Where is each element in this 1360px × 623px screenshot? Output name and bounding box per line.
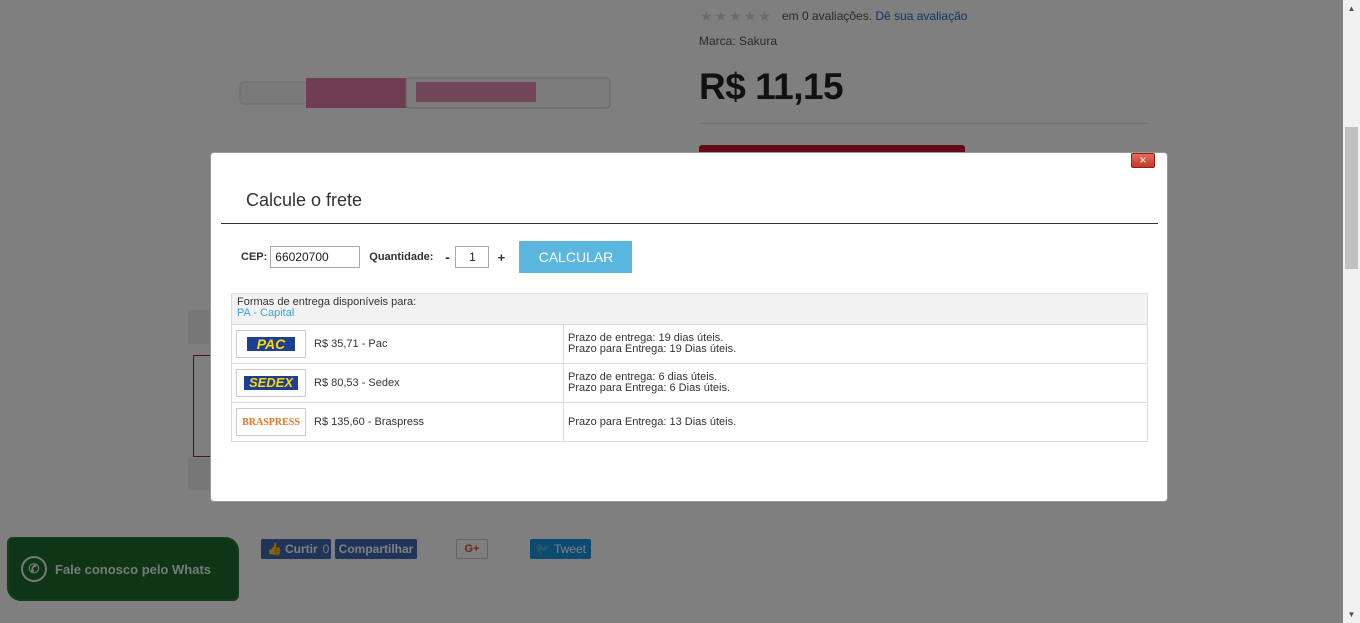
cep-input[interactable] — [270, 246, 361, 268]
shipping-option-row[interactable]: PAC R$ 35,71 - Pac Prazo de entrega: 19 … — [232, 325, 1147, 364]
scroll-down-icon[interactable]: ▼ — [1343, 606, 1360, 623]
pac-logo: PAC — [236, 330, 306, 358]
sedex-logo: SEDEX — [236, 369, 306, 397]
quantity-increment-button[interactable]: + — [495, 250, 507, 265]
shipping-price: R$ 80,53 - Sedex — [314, 377, 400, 389]
delivery-time: Prazo para Entrega: 13 Dias úteis. — [568, 415, 737, 428]
shipping-price: R$ 135,60 - Braspress — [314, 416, 425, 428]
pac-logo-text: PAC — [246, 337, 296, 351]
braspress-logo: BRASPRESS — [236, 408, 306, 436]
scroll-thumb[interactable] — [1345, 127, 1358, 269]
close-icon[interactable]: × — [1131, 153, 1155, 168]
shipping-option-row[interactable]: SEDEX R$ 80,53 - Sedex Prazo de entrega:… — [232, 364, 1147, 403]
shipping-form: CEP: Quantidade: - + CALCULAR — [241, 241, 633, 273]
shipping-price: R$ 35,71 - Pac — [314, 338, 388, 350]
calculate-button[interactable]: CALCULAR — [519, 241, 633, 273]
shipping-option-row[interactable]: BRASPRESS R$ 135,60 - Braspress Prazo pa… — [232, 403, 1147, 441]
sedex-logo-text: SEDEX — [243, 376, 299, 390]
divider — [221, 223, 1158, 224]
braspress-logo-text: BRASPRESS — [242, 416, 300, 428]
results-location: PA - Capital — [237, 307, 295, 319]
cep-label: CEP: — [241, 251, 268, 263]
results-header: Formas de entrega disponíveis para: PA -… — [232, 294, 1147, 325]
delivery-time: Prazo para Entrega: 6 Dias úteis. — [568, 382, 731, 394]
quantity-decrement-button[interactable]: - — [442, 249, 452, 265]
quantity-label: Quantidade: — [369, 251, 434, 263]
modal-title: Calcule o frete — [246, 190, 363, 210]
shipping-calculator-modal: × Calcule o frete CEP: Quantidade: - + C… — [210, 152, 1168, 502]
quantity-input[interactable] — [455, 246, 490, 268]
results-header-text: Formas de entrega disponíveis para: — [237, 296, 417, 308]
shipping-results-table: Formas de entrega disponíveis para: PA -… — [231, 293, 1148, 442]
page-scrollbar[interactable]: ▲ ▼ — [1343, 0, 1360, 623]
delivery-time: Prazo para Entrega: 19 Dias úteis. — [568, 343, 737, 355]
scroll-up-icon[interactable]: ▲ — [1343, 0, 1360, 17]
